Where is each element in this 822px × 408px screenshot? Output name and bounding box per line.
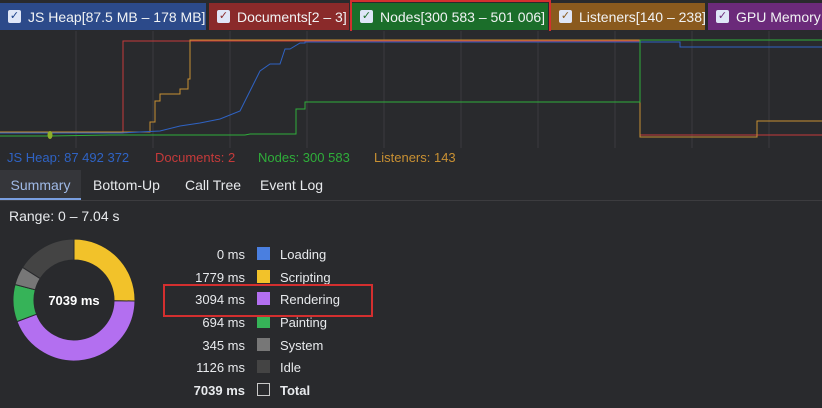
list-item: 694 ms Painting [202, 315, 327, 330]
list-item: 3094 ms Rendering [195, 292, 340, 307]
details-tabbar: Summary Bottom-Up Call Tree Event Log [0, 170, 822, 201]
listeners-value: Listeners: 143 [374, 150, 456, 165]
tab-event-log[interactable]: Event Log [260, 170, 323, 200]
legend-listeners-checkbox[interactable]: ✓ Listeners[140 – 238] [551, 3, 705, 30]
list-item-total: 7039 ms Total [193, 383, 311, 398]
checkbox-checked-icon: ✓ [8, 10, 21, 23]
legend-documents-label: Documents[2 – 3] [237, 8, 347, 25]
system-swatch [257, 338, 270, 351]
legend-nodes-checkbox[interactable]: ✓ Nodes[300 583 – 501 006] [352, 3, 548, 30]
nodes-value: Nodes: 300 583 [258, 150, 350, 165]
painting-swatch [257, 315, 270, 328]
checkbox-checked-icon: ✓ [716, 10, 729, 23]
scripting-swatch [257, 270, 270, 283]
memory-counter-graph[interactable] [0, 31, 822, 148]
summary-donut-chart: 7039 ms [12, 238, 136, 362]
counter-legend: ✓ JS Heap[87.5 MB – 178 MB] ✓ Documents[… [0, 0, 822, 31]
rendering-swatch [257, 292, 270, 305]
graph-marker [47, 131, 53, 139]
total-swatch [257, 383, 270, 396]
legend-js-heap-checkbox[interactable]: ✓ JS Heap[87.5 MB – 178 MB] [0, 3, 206, 30]
loading-swatch [257, 247, 270, 260]
counter-values: JS Heap: 87 492 372 Documents: 2 Nodes: … [0, 149, 822, 167]
list-item: 0 ms Loading [216, 247, 327, 262]
documents-series-line [0, 40, 822, 136]
checkbox-checked-icon: ✓ [559, 10, 572, 23]
list-item: 1779 ms Scripting [195, 270, 331, 285]
legend-gpu-memory-label: GPU Memory [736, 8, 821, 25]
documents-value: Documents: 2 [155, 150, 236, 165]
js-heap-value: JS Heap: 87 492 372 [7, 150, 130, 165]
range-label: Range: 0 – 7.04 s [9, 208, 120, 224]
list-item: 345 ms System [202, 338, 324, 353]
idle-slice [21, 238, 75, 280]
legend-nodes-label: Nodes[300 583 – 501 006] [380, 8, 546, 25]
idle-swatch [257, 360, 270, 373]
scripting-slice [73, 238, 136, 302]
tab-bottom-up[interactable]: Bottom-Up [93, 170, 160, 200]
legend-documents-checkbox[interactable]: ✓ Documents[2 – 3] [209, 3, 349, 30]
legend-gpu-memory-checkbox[interactable]: ✓ GPU Memory [708, 3, 822, 30]
tab-summary[interactable]: Summary [0, 170, 81, 200]
painting-slice [12, 283, 38, 323]
tab-call-tree[interactable]: Call Tree [185, 170, 241, 200]
legend-js-heap-label: JS Heap[87.5 MB – 178 MB] [28, 8, 206, 25]
legend-listeners-label: Listeners[140 – 238] [579, 8, 705, 25]
donut-center-total: 7039 ms [48, 293, 99, 308]
list-item: 1126 ms Idle [196, 360, 301, 375]
checkbox-checked-icon: ✓ [360, 10, 373, 23]
checkbox-checked-icon: ✓ [217, 10, 230, 23]
